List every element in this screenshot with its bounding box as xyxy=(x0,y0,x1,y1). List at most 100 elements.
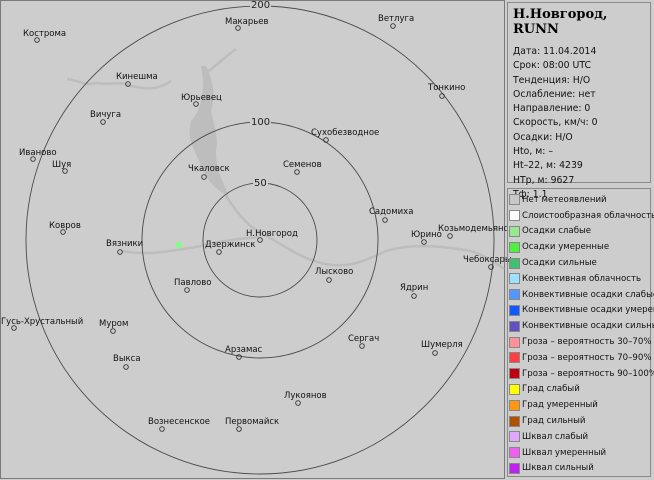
city-label: Иваново xyxy=(19,148,57,158)
legend-item: Град умеренный xyxy=(509,397,649,413)
city-label: Павлово xyxy=(174,278,212,288)
legend-swatch xyxy=(509,194,520,206)
city-marker xyxy=(323,137,329,143)
legend-label: Гроза – вероятность 90–100% xyxy=(522,368,654,379)
range-ring-100 xyxy=(141,121,379,359)
city-label: Лысково xyxy=(315,267,354,277)
legend-item: Конвективные осадки умерен. xyxy=(509,303,654,319)
city-marker xyxy=(326,277,332,283)
city-label: Шумерля xyxy=(421,340,463,350)
city-marker xyxy=(201,174,207,180)
city-label: Кострома xyxy=(23,29,67,39)
city-label: Вичуга xyxy=(90,110,122,120)
legend-swatch xyxy=(509,320,520,332)
city-marker xyxy=(447,233,453,239)
legend-label: Конвективные осадки сильные xyxy=(522,321,654,332)
city-marker xyxy=(432,350,438,356)
city-marker xyxy=(184,287,190,293)
legend-swatch xyxy=(509,304,520,316)
legend-item: Шквал слабый xyxy=(509,429,649,445)
city-marker xyxy=(411,293,417,299)
legend-item: Осадки умеренные xyxy=(509,239,649,255)
legend-swatch xyxy=(509,210,520,222)
city-marker xyxy=(100,119,106,125)
info-line: НТр, м: 9627 xyxy=(513,174,575,186)
legend-label: Конвективные осадки умерен. xyxy=(522,305,654,316)
legend-label: Гроза – вероятность 70–90% xyxy=(522,352,652,363)
city-label: Юрьевец xyxy=(181,93,222,103)
legend-label: Гроза – вероятность 30–70% xyxy=(522,337,652,348)
city-label: Выкса xyxy=(113,354,141,364)
info-panel: Н.Новгород, RUNN Дата: 11.04.2014 Срок: 0… xyxy=(507,2,651,200)
info-line: Ht–22, м: 4239 xyxy=(513,160,583,172)
legend-item: Град слабый xyxy=(509,382,649,398)
legend-swatch xyxy=(509,368,520,380)
city-label: Муром xyxy=(99,319,129,329)
legend-swatch xyxy=(509,399,520,411)
legend-item: Конвективная облачность xyxy=(509,271,649,287)
legend-swatch xyxy=(509,431,520,443)
city-marker xyxy=(359,343,365,349)
legend-item: Град сильный xyxy=(509,413,649,429)
city-label: Дзержинск xyxy=(205,240,256,250)
ring-label-100: 100 xyxy=(250,117,272,128)
city-marker xyxy=(159,426,165,432)
legend-item: Осадки слабые xyxy=(509,224,649,240)
info-line: Осадки: Н/О xyxy=(513,131,573,143)
legend-item: Конвективные осадки слабые xyxy=(509,287,654,303)
legend-item: Гроза – вероятность 70–90% xyxy=(509,350,652,366)
radar-map[interactable]: 50 100 200 Кострома Макарьев Ветлуга Кинешм… xyxy=(0,0,513,479)
legend-label: Осадки умеренные xyxy=(522,242,610,253)
city-label: Вознесенское xyxy=(148,417,211,427)
city-marker xyxy=(110,328,116,334)
city-marker xyxy=(236,426,242,432)
legend-swatch xyxy=(509,273,520,285)
legend-swatch xyxy=(509,462,520,474)
city-label: Садомиха xyxy=(369,207,414,217)
legend-label: Шквал сильный xyxy=(522,463,594,474)
city-marker xyxy=(123,364,129,370)
city-marker xyxy=(236,354,242,360)
legend-item: Шквал умеренный xyxy=(509,445,649,461)
city-label: Ковров xyxy=(49,221,81,231)
legend-item: Гроза – вероятность 30–70% xyxy=(509,334,652,350)
city-label: Козьмодемьянск xyxy=(438,224,514,234)
legend-item: Конвективные осадки сильные xyxy=(509,318,654,334)
legend-swatch xyxy=(509,257,520,269)
legend-label: Слоистообразная облачность xyxy=(522,210,654,221)
legend-label: Шквал слабый xyxy=(522,431,589,442)
info-line: Дата: 11.04.2014 xyxy=(513,46,597,57)
info-line: Скорость, км/ч: 0 xyxy=(513,117,598,129)
legend-item: Шквал сильный xyxy=(509,461,649,477)
legend-item: Нет метеоявлений xyxy=(509,192,649,208)
legend-label: Град слабый xyxy=(522,384,580,395)
city-label: Н.Новгород xyxy=(246,229,298,239)
city-label: Юрино xyxy=(411,230,442,240)
city-label: Вязники xyxy=(106,239,144,249)
legend-swatch xyxy=(509,289,520,301)
city-label: Макарьев xyxy=(225,17,269,27)
legend-label: Конвективные осадки слабые xyxy=(522,289,654,300)
ring-label-200: 200 xyxy=(250,0,272,11)
info-line: Hto, м: – xyxy=(513,146,553,158)
legend-swatch xyxy=(509,336,520,348)
city-marker xyxy=(421,239,427,245)
city-label: Первомайск xyxy=(225,417,280,427)
city-marker xyxy=(216,249,222,255)
city-label: Сергач xyxy=(348,334,380,344)
city-label: Кинешма xyxy=(116,72,158,82)
city-label: Ядрин xyxy=(400,283,429,293)
legend-swatch xyxy=(509,241,520,253)
legend-item: Слоистообразная облачность xyxy=(509,208,654,224)
city-label: Тонкино xyxy=(428,83,466,93)
legend-swatch xyxy=(509,447,520,459)
city-label: Гусь-Хрустальный xyxy=(1,317,84,327)
legend-label: Град сильный xyxy=(522,416,586,427)
legend-label: Осадки сильные xyxy=(522,258,597,269)
legend-panel: Нет метеоявлений Слоистообразная облачнос… xyxy=(507,188,654,477)
city-label: Сухобезводное xyxy=(311,128,380,138)
legend-label: Град умеренный xyxy=(522,400,598,411)
info-line: Направление: 0 xyxy=(513,103,591,115)
gorky-reservoir xyxy=(189,66,229,197)
legend-label: Осадки слабые xyxy=(522,226,592,237)
